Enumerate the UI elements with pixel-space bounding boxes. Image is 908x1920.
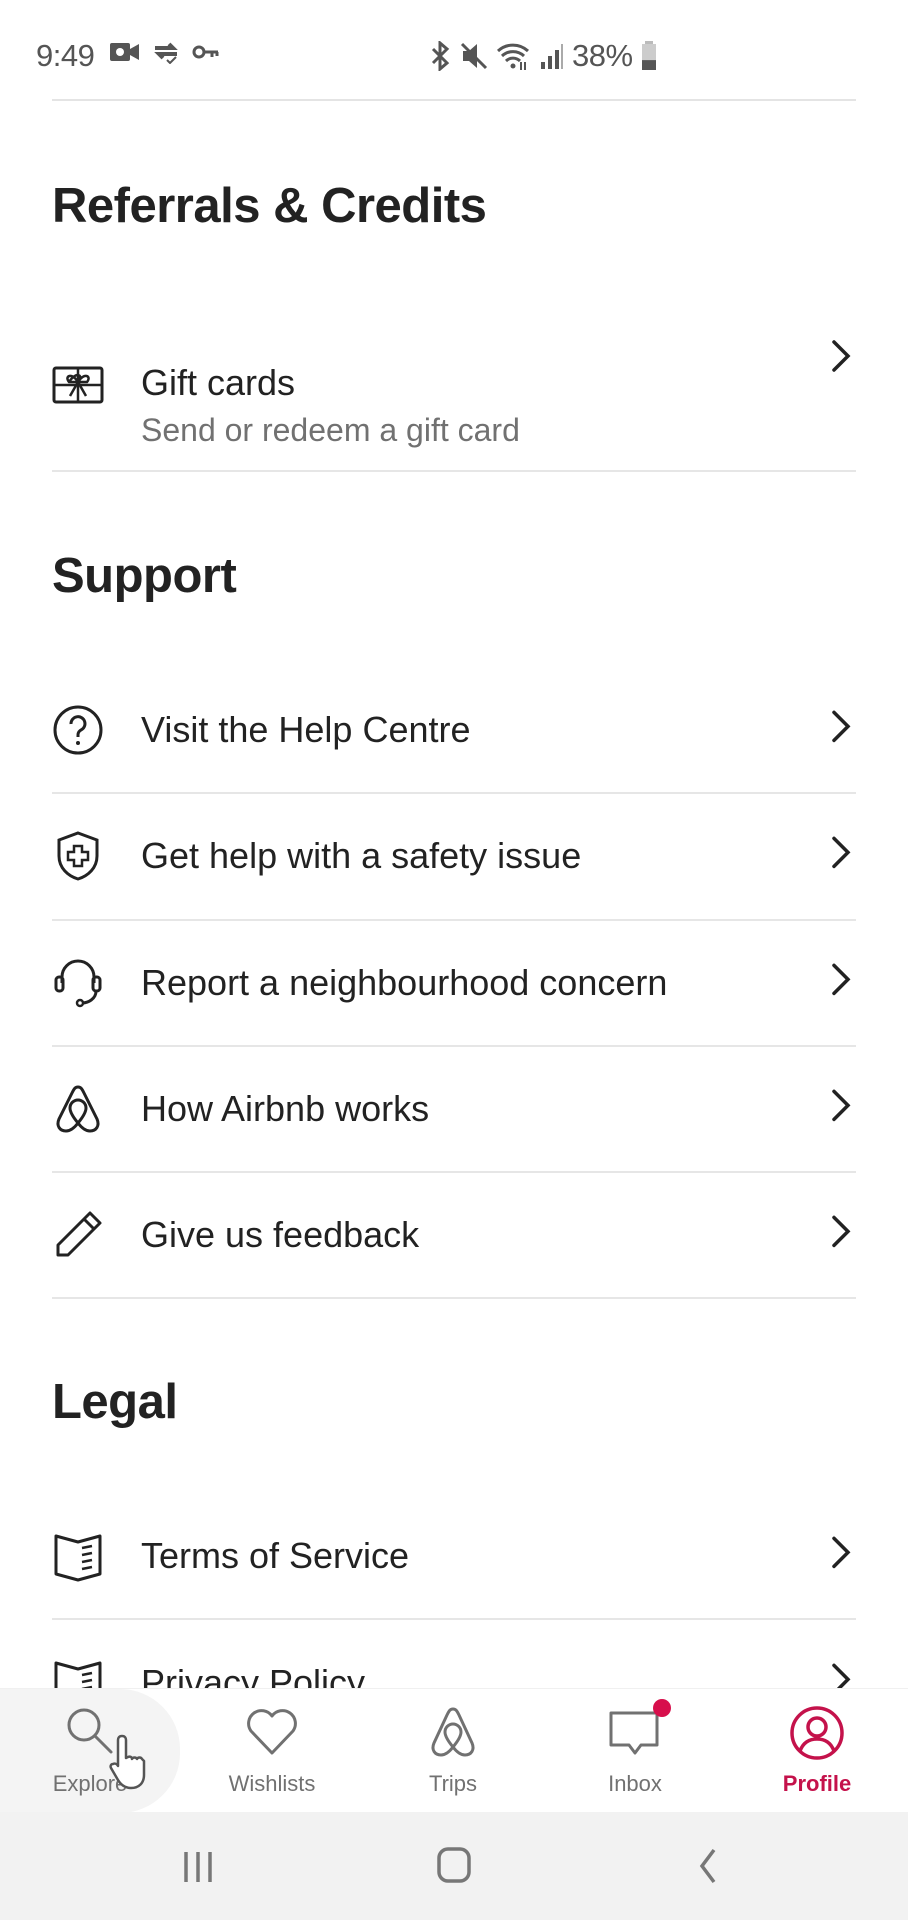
- menu-item-label: How Airbnb works: [141, 1088, 430, 1129]
- menu-item-label: Report a neighbourhood concern: [141, 962, 668, 1003]
- menu-item-how-airbnb-works[interactable]: How Airbnb works: [0, 1046, 908, 1172]
- tab-label: Inbox: [608, 1771, 662, 1796]
- notification-badge: [653, 1699, 671, 1717]
- bluetooth-icon: [431, 41, 450, 71]
- airbnb-logo-icon: [431, 1707, 475, 1757]
- chevron-right-icon: [832, 1215, 851, 1248]
- profile-icon: [790, 1706, 844, 1760]
- menu-item-help-centre[interactable]: Visit the Help Centre: [0, 667, 908, 793]
- back-icon[interactable]: [680, 1842, 740, 1890]
- divider: [52, 99, 856, 101]
- menu-item-give-feedback[interactable]: Give us feedback: [0, 1172, 908, 1298]
- help-circle-icon: [53, 705, 103, 755]
- tab-label: Trips: [428, 1771, 478, 1796]
- menu-item-label: Terms of Service: [141, 1535, 410, 1576]
- gift-card-icon: [52, 366, 104, 404]
- tab-trips[interactable]: Trips: [363, 1689, 543, 1813]
- mute-icon: [460, 42, 488, 70]
- hand-pointer-icon: [109, 1734, 146, 1790]
- safety-shield-icon: [57, 831, 99, 881]
- tab-label: Wishlists: [228, 1771, 316, 1796]
- chevron-right-icon: [832, 963, 851, 996]
- wifi-icon: [496, 43, 530, 70]
- key-icon: [192, 45, 219, 59]
- chevron-right-icon: [832, 836, 851, 869]
- sync-check-icon: [154, 42, 178, 64]
- airbnb-logo-icon: [56, 1085, 100, 1133]
- divider: [52, 1297, 856, 1299]
- menu-item-terms-of-service[interactable]: Terms of Service: [0, 1493, 908, 1619]
- battery-percent: 38%: [572, 38, 633, 73]
- recent-apps-icon[interactable]: [170, 1842, 230, 1890]
- home-icon[interactable]: [424, 1842, 484, 1890]
- section-title-legal: Legal: [52, 1375, 178, 1429]
- chevron-right-icon: [832, 1089, 851, 1122]
- battery-icon: [641, 41, 656, 70]
- book-icon: [54, 1534, 102, 1582]
- system-nav-bar: [0, 1812, 908, 1920]
- section-title-referrals: Referrals & Credits: [52, 179, 487, 233]
- status-time: 9:49: [36, 38, 95, 73]
- heart-icon: [247, 1709, 297, 1755]
- headset-icon: [54, 959, 102, 1008]
- chevron-right-icon: [832, 340, 851, 372]
- video-camera-icon: [110, 43, 139, 61]
- menu-item-neighbourhood-concern[interactable]: Report a neighbourhood concern: [0, 920, 908, 1046]
- menu-item-gift-cards[interactable]: Gift cards Send or redeem a gift card: [0, 300, 908, 470]
- status-bar: 9:49 38%: [0, 0, 908, 100]
- chevron-right-icon: [832, 1536, 851, 1569]
- chevron-right-icon: [832, 710, 851, 743]
- menu-item-label: Visit the Help Centre: [141, 709, 471, 750]
- menu-item-label: Get help with a safety issue: [141, 835, 582, 876]
- tab-wishlists[interactable]: Wishlists: [182, 1689, 362, 1813]
- menu-item-safety-issue[interactable]: Get help with a safety issue: [0, 793, 908, 919]
- menu-item-subtitle: Send or redeem a gift card: [141, 412, 520, 448]
- tab-label: Profile: [782, 1771, 852, 1796]
- menu-item-label: Gift cards: [141, 362, 296, 403]
- divider: [52, 470, 856, 472]
- section-title-support: Support: [52, 549, 237, 603]
- tab-inbox[interactable]: Inbox: [545, 1689, 725, 1813]
- tab-profile[interactable]: Profile: [727, 1689, 907, 1813]
- signal-icon: [541, 44, 563, 69]
- menu-item-label: Give us feedback: [141, 1214, 420, 1255]
- pencil-icon: [56, 1211, 102, 1257]
